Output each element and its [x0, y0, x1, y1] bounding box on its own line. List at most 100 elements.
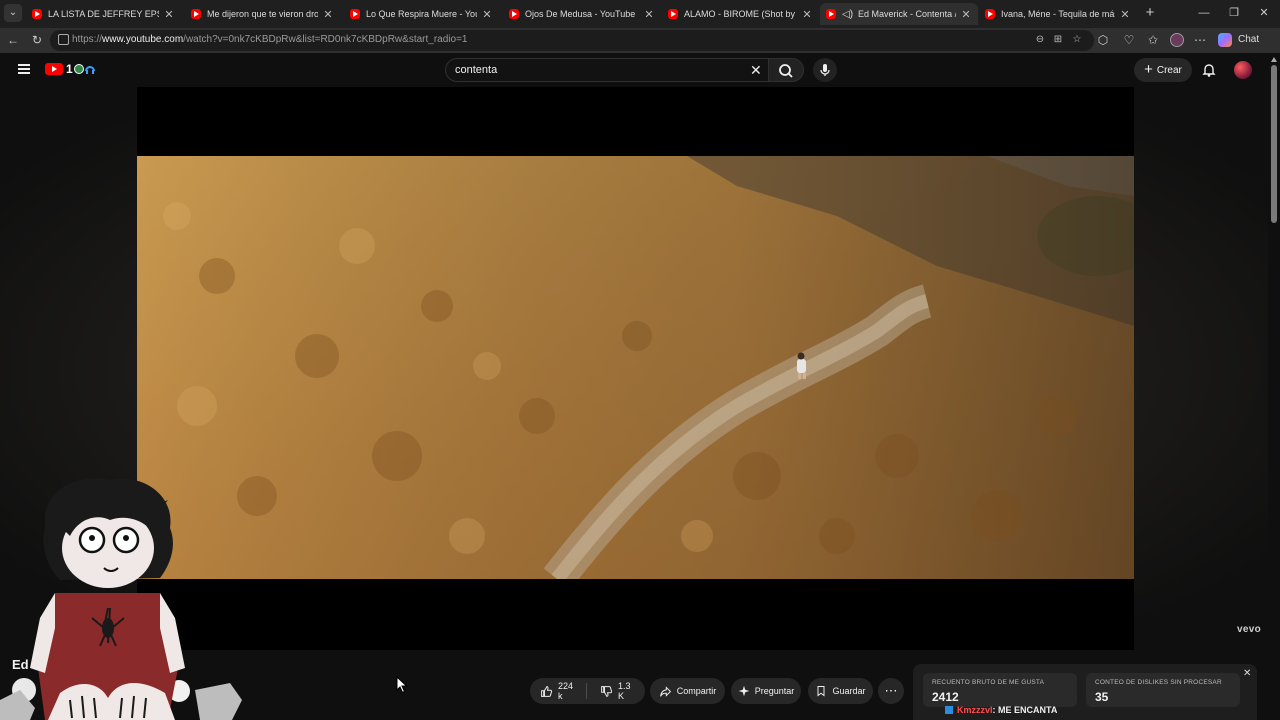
tab-title: Ed Maverick - Contenta / Atmo: [858, 9, 956, 19]
raw-likes-value: 2412: [932, 690, 959, 704]
video-frame-image[interactable]: [137, 156, 1134, 579]
like-count: 224 k: [558, 681, 574, 701]
save-label: Guardar: [832, 686, 866, 696]
more-dots-icon: ⋯: [884, 683, 898, 698]
search-icon: [779, 64, 793, 78]
search-input[interactable]: contenta ✕: [445, 58, 770, 82]
raw-likes-card: RECUENTO BRUTO DE ME GUSTA 2412: [923, 673, 1077, 707]
search-button[interactable]: [768, 58, 804, 82]
scrollbar-thumb[interactable]: [1271, 65, 1277, 223]
microphone-icon: [820, 64, 830, 76]
speaker-icon[interactable]: ◁): [842, 9, 853, 20]
youtube-favicon-icon: [668, 9, 678, 19]
share-label: Compartir: [676, 686, 717, 696]
tab-title: ALAMO - BIROME (Shot by Mateo: [684, 9, 797, 19]
reload-icon[interactable]: ↻: [30, 33, 44, 47]
scroll-up-arrow-icon[interactable]: [1271, 57, 1277, 62]
save-button[interactable]: Guardar: [808, 678, 873, 704]
back-icon[interactable]: ←: [6, 33, 20, 47]
chat-username[interactable]: Kmzzzvl: [957, 705, 993, 715]
thumbs-up-icon: [541, 685, 553, 697]
browser-tab[interactable]: Ivana, Méne - Tequila de más - Yo ✕: [979, 3, 1137, 25]
minimize-icon[interactable]: —: [1197, 6, 1211, 20]
streamer-cartoon-avatar: [0, 478, 242, 720]
address-bar[interactable]: https://www.youtube.com/watch?v=0nk7cKBD…: [50, 30, 1094, 51]
close-tab-icon[interactable]: ✕: [481, 8, 493, 21]
like-button[interactable]: 224 k: [530, 681, 587, 701]
close-panel-icon[interactable]: ✕: [1243, 668, 1251, 679]
app-available-icon[interactable]: ⊞: [1052, 34, 1064, 46]
sparkle-icon: [738, 685, 749, 697]
notifications-bell-icon[interactable]: [1201, 62, 1217, 78]
mouse-cursor-icon: [396, 676, 408, 694]
url-text[interactable]: https://www.youtube.com/watch?v=0nk7cKBD…: [72, 34, 467, 45]
profile-avatar[interactable]: [1170, 33, 1184, 47]
favorites-icon[interactable]: ✩: [1146, 33, 1160, 47]
zoom-icon[interactable]: ⊖: [1034, 34, 1046, 46]
video-player[interactable]: [137, 87, 1134, 650]
like-dislike-group: 224 k 1.3 K: [530, 678, 645, 704]
share-button[interactable]: Compartir: [650, 678, 725, 704]
more-actions-button[interactable]: ⋯: [878, 678, 904, 704]
settings-more-icon[interactable]: ⋯: [1193, 33, 1207, 47]
search-query-text[interactable]: contenta: [455, 64, 497, 76]
raw-dislikes-value: 35: [1095, 690, 1109, 704]
restore-icon[interactable]: ❐: [1227, 6, 1241, 20]
page-scrollbar[interactable]: [1268, 53, 1280, 720]
clear-search-icon[interactable]: ✕: [750, 63, 762, 77]
browser-essentials-icon[interactable]: ♡: [1122, 33, 1136, 47]
extensions-icon[interactable]: ⬡: [1096, 33, 1110, 47]
close-tab-icon[interactable]: ✕: [801, 8, 813, 21]
browser-tab[interactable]: Ojos De Medusa - YouTube ✕: [503, 3, 661, 25]
youtube-favicon-icon: [509, 9, 519, 19]
chat-label[interactable]: Chat: [1238, 34, 1259, 45]
site-info-icon[interactable]: [58, 34, 69, 45]
favorite-star-icon[interactable]: ☆: [1071, 34, 1083, 46]
close-tab-icon[interactable]: ✕: [1119, 8, 1131, 21]
browser-tab[interactable]: LA LISTA DE JEFFREY EPSTEIN Y SUS ✕: [26, 3, 181, 25]
tab-search-icon[interactable]: ⌄: [4, 4, 22, 22]
close-tab-icon[interactable]: ✕: [960, 8, 972, 21]
create-button[interactable]: + Crear: [1134, 58, 1192, 82]
tab-title: Ojos De Medusa - YouTube: [525, 9, 636, 19]
youtube-logo-icon[interactable]: [45, 63, 63, 75]
browser-tab[interactable]: ALAMO - BIROME (Shot by Mateo ✕: [662, 3, 819, 25]
chat-message-text: : ME ENCANTA: [992, 705, 1058, 715]
tab-title: LA LISTA DE JEFFREY EPSTEIN Y SUS: [48, 9, 159, 19]
youtube-doodle-logo-icon[interactable]: 1: [66, 62, 100, 76]
tab-title: Lo Que Respira Muere - YouTube: [366, 9, 477, 19]
vevo-watermark: vevo: [1237, 624, 1261, 635]
new-tab-icon[interactable]: +: [1142, 5, 1158, 21]
close-window-icon[interactable]: ✕: [1257, 6, 1271, 20]
bookmark-icon: [817, 686, 825, 697]
close-tab-icon[interactable]: ✕: [163, 8, 175, 21]
menu-icon[interactable]: [18, 64, 30, 74]
browser-tab-strip: ⌄ LA LISTA DE JEFFREY EPSTEIN Y SUS ✕ Me…: [0, 0, 1280, 28]
youtube-favicon-icon: [191, 9, 201, 19]
dislike-button[interactable]: 1.3 K: [592, 681, 645, 701]
voice-search-button[interactable]: [813, 58, 837, 82]
close-tab-icon[interactable]: ✕: [643, 8, 655, 21]
ask-button[interactable]: Preguntar: [731, 678, 801, 704]
youtube-favicon-icon: [826, 9, 836, 19]
browser-tab-active[interactable]: ◁) Ed Maverick - Contenta / Atmo ✕: [820, 3, 978, 25]
plus-icon: +: [1144, 61, 1153, 78]
chat-badge-icon: [945, 706, 953, 714]
raw-likes-label: RECUENTO BRUTO DE ME GUSTA: [932, 679, 1045, 686]
browser-tab[interactable]: Me dijeron que te vieron drogada ✕: [185, 3, 340, 25]
browser-tab[interactable]: Lo Que Respira Muere - YouTube ✕: [344, 3, 499, 25]
share-icon: [659, 685, 671, 697]
close-tab-icon[interactable]: ✕: [322, 8, 334, 21]
browser-toolbar: ← ↻ https://www.youtube.com/watch?v=0nk7…: [0, 28, 1280, 53]
account-avatar[interactable]: [1234, 61, 1252, 79]
tab-title: Ivana, Méne - Tequila de más - Yo: [1001, 9, 1115, 19]
tab-title: Me dijeron que te vieron drogada: [207, 9, 318, 19]
svg-text:1: 1: [66, 62, 73, 76]
raw-dislikes-card: CONTEO DE DISLIKES SIN PROCESAR 35: [1086, 673, 1240, 707]
create-label: Crear: [1156, 64, 1182, 76]
youtube-header: 1 contenta ✕ + Crear: [0, 53, 1280, 87]
thumbs-down-icon: [601, 685, 613, 697]
raw-dislikes-label: CONTEO DE DISLIKES SIN PROCESAR: [1095, 679, 1222, 686]
copilot-icon[interactable]: [1218, 33, 1232, 47]
youtube-favicon-icon: [350, 9, 360, 19]
